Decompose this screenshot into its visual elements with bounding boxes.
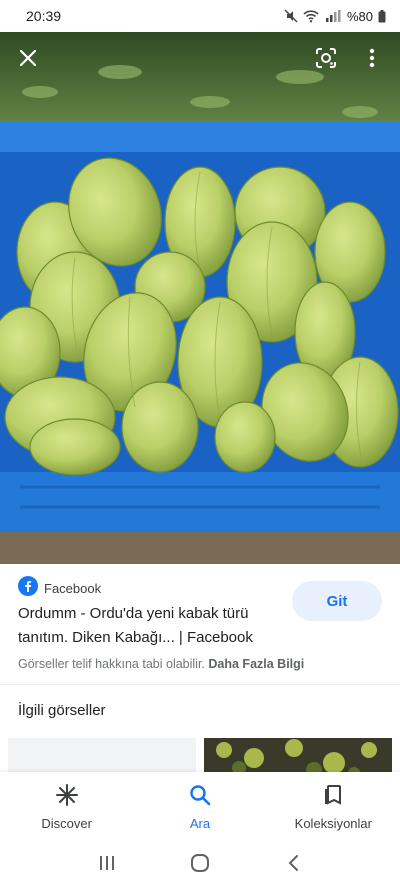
home-button[interactable] bbox=[180, 845, 220, 885]
chayote-crate-photo bbox=[0, 32, 400, 564]
nav-collections[interactable]: Koleksiyonlar bbox=[267, 772, 400, 842]
back-button[interactable] bbox=[273, 845, 313, 885]
visit-button[interactable]: Git bbox=[292, 581, 382, 621]
battery-icon bbox=[378, 9, 386, 23]
close-icon bbox=[19, 49, 37, 72]
asterisk-icon bbox=[55, 783, 79, 810]
recent-apps-button[interactable] bbox=[87, 845, 127, 885]
battery-label: %80 bbox=[346, 8, 373, 24]
wifi-icon bbox=[303, 9, 319, 23]
nav-search-label: Ara bbox=[189, 816, 211, 831]
google-lens-button[interactable] bbox=[308, 42, 344, 78]
search-icon bbox=[188, 783, 212, 810]
signal-icon bbox=[324, 9, 342, 23]
close-button[interactable] bbox=[10, 42, 46, 78]
nav-discover[interactable]: Discover bbox=[0, 772, 133, 842]
divider bbox=[0, 684, 400, 685]
back-icon bbox=[287, 854, 299, 877]
more-vert-icon bbox=[369, 48, 375, 73]
nav-discover-label: Discover bbox=[41, 816, 92, 831]
collections-icon bbox=[321, 783, 345, 810]
nav-search[interactable]: Ara bbox=[133, 772, 266, 842]
system-navigation-bar bbox=[0, 842, 400, 888]
copyright-notice: Görseller telif hakkına tabi olabilir. D… bbox=[18, 657, 304, 671]
result-title[interactable]: Ordumm - Ordu'da yeni kabak türü tanıtım… bbox=[18, 602, 288, 650]
status-icons: %80 bbox=[284, 9, 386, 24]
nav-collections-label: Koleksiyonlar bbox=[294, 816, 372, 831]
status-bar: 20:39 %80 bbox=[0, 0, 400, 32]
source[interactable]: Facebook bbox=[18, 576, 101, 601]
result-info: Facebook Ordumm - Ordu'da yeni kabak tür… bbox=[0, 564, 400, 682]
copyright-text: Görseller telif hakkına tabi olabilir. bbox=[18, 657, 205, 671]
related-images-heading: İlgili görseller bbox=[18, 702, 106, 719]
home-icon bbox=[190, 853, 210, 878]
bottom-navigation: Discover Ara Koleksiyonlar bbox=[0, 772, 400, 842]
mute-icon bbox=[284, 9, 298, 23]
google-lens-icon bbox=[315, 47, 337, 74]
more-options-button[interactable] bbox=[354, 42, 390, 78]
image-viewer[interactable] bbox=[0, 32, 400, 564]
more-info-link[interactable]: Daha Fazla Bilgi bbox=[208, 657, 304, 671]
recent-apps-icon bbox=[98, 855, 116, 876]
status-time: 20:39 bbox=[26, 8, 62, 24]
source-name: Facebook bbox=[44, 581, 102, 596]
facebook-icon bbox=[18, 576, 38, 601]
